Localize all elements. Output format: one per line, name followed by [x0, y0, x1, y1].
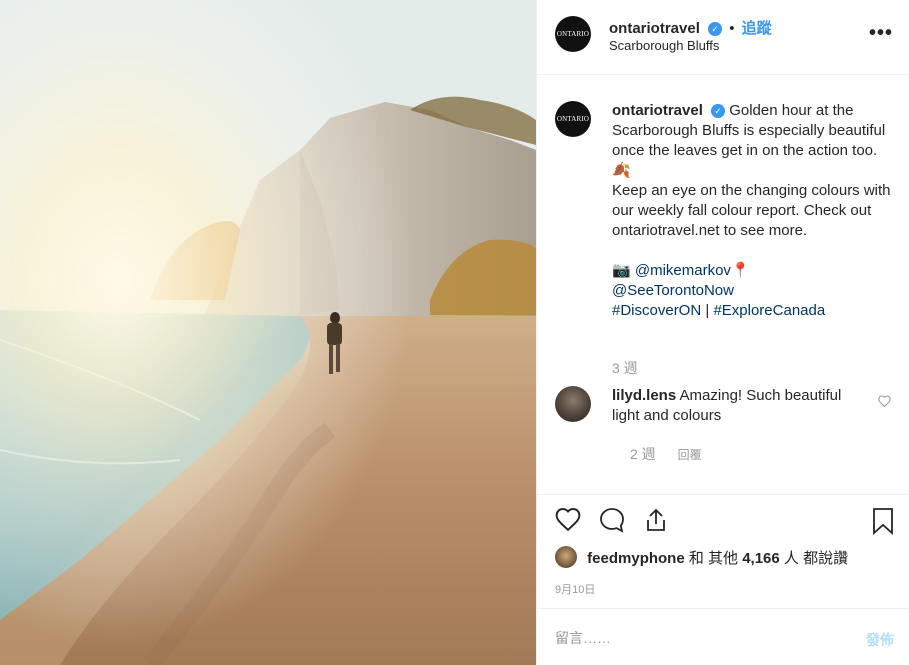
comment-timestamp[interactable]: 2 週 [630, 446, 656, 462]
likes-count[interactable]: 4,166 [742, 550, 780, 567]
verified-badge-icon: ✓ [708, 22, 723, 36]
post-date[interactable]: 9月10日 [555, 581, 595, 597]
liker-username[interactable]: feedmyphone [587, 550, 685, 567]
hashtag-link[interactable]: #DiscoverON [612, 302, 701, 319]
likes-suffix: 人 都說讚 [783, 550, 849, 567]
reply-button[interactable]: 回覆 [678, 448, 702, 462]
mention-link[interactable]: @mikemarkov [635, 262, 731, 279]
author-line: ontariotravel ✓ • 追蹤 [609, 17, 772, 38]
author-username[interactable]: ontariotravel [609, 20, 700, 37]
commenter-avatar[interactable] [555, 386, 591, 422]
post-comment-button[interactable]: 發佈 [866, 630, 894, 650]
follow-button[interactable]: 追蹤 [742, 20, 772, 37]
action-bar [537, 494, 909, 544]
like-heart-icon[interactable] [555, 507, 581, 536]
location-link[interactable]: Scarborough Bluffs [609, 38, 719, 53]
post-header: ONTARIO ontariotravel ✓ • 追蹤 Scarborough… [537, 0, 909, 75]
post-side-panel: ONTARIO ontariotravel ✓ • 追蹤 Scarborough… [536, 0, 909, 665]
comment-meta: 2 週 回覆 [630, 444, 702, 464]
comment-text: lilyd.lens Amazing! Such beautiful light… [612, 386, 862, 426]
share-icon[interactable] [643, 507, 669, 538]
more-options-icon[interactable]: ••• [869, 22, 893, 45]
hashtag-link[interactable]: #ExploreCanada [713, 302, 825, 319]
comment-bubble-icon[interactable] [599, 507, 625, 538]
comment-input[interactable] [555, 627, 835, 649]
likes-and: 和 其他 [688, 550, 739, 567]
mention-link[interactable]: @SeeTorontoNow [612, 282, 734, 299]
verified-badge-icon: ✓ [711, 104, 726, 118]
comment-like-heart-icon[interactable] [878, 394, 891, 412]
caption-author[interactable]: ontariotravel [612, 102, 703, 119]
camera-icon: 📷 [612, 262, 631, 279]
divider: | [705, 302, 710, 319]
separator-dot: • [729, 20, 735, 37]
add-comment-bar: 發佈 [537, 608, 909, 665]
post-photo[interactable] [0, 0, 536, 665]
beach-cliff-image [0, 0, 536, 665]
caption-body-2: Keep an eye on the changing colours with… [612, 182, 891, 239]
bookmark-icon[interactable] [871, 507, 895, 540]
pin-icon: 📍 [730, 262, 750, 279]
likes-summary[interactable]: feedmyphone 和 其他 4,166 人 都說讚 [555, 546, 848, 568]
caption-avatar[interactable]: ONTARIO [555, 101, 591, 137]
author-avatar[interactable]: ONTARIO [555, 16, 591, 52]
comments-list[interactable]: ONTARIO ontariotravel ✓ Golden hour at t… [537, 76, 909, 493]
comment-author[interactable]: lilyd.lens [612, 387, 676, 404]
caption-timestamp[interactable]: 3 週 [612, 358, 638, 378]
caption-text: ontariotravel ✓ Golden hour at the Scarb… [612, 101, 897, 321]
liker-avatar [555, 546, 577, 568]
